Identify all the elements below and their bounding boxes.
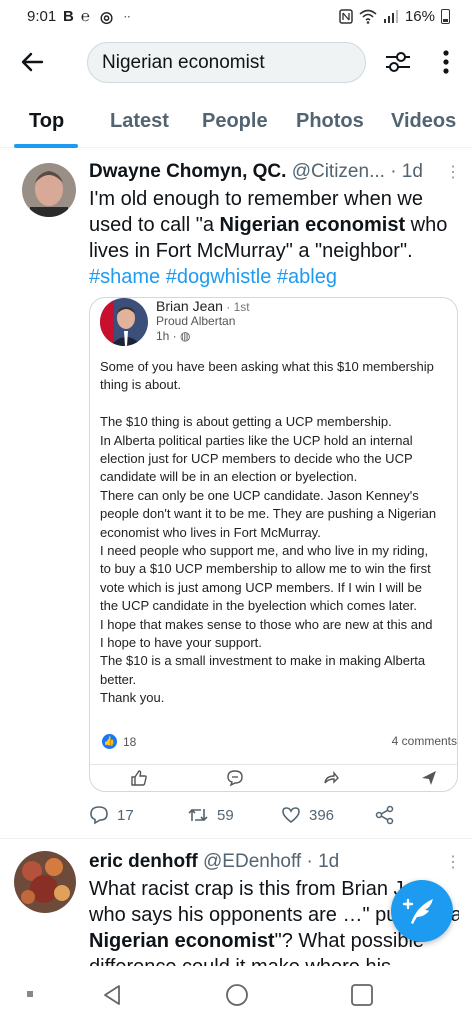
embed-comments-count: 4 comments — [391, 734, 457, 748]
tweet-text: I'm old enough to remember when we used … — [89, 188, 448, 288]
avatar[interactable] — [14, 851, 76, 913]
battery-percent: 16% — [404, 8, 435, 25]
share-icon — [322, 769, 340, 791]
tweet-age: · 1d — [306, 851, 340, 872]
author-handle[interactable]: @Citizen... — [292, 161, 385, 182]
tab-latest[interactable]: Latest — [110, 110, 169, 133]
embedded-image[interactable]: Brian Jean · 1st Proud Albertan 1h · ◍ S… — [89, 297, 458, 792]
like-button[interactable]: 396 — [281, 805, 334, 825]
back-arrow-icon[interactable] — [18, 47, 48, 77]
battery-icon — [441, 9, 450, 24]
retweet-button[interactable]: 59 — [187, 805, 234, 825]
more-notifications-icon: ·· — [124, 12, 131, 23]
notification-icon: B — [63, 8, 74, 25]
status-bar: 9:01 B ℮ ◎ ·· 16% — [0, 0, 472, 34]
reply-button[interactable]: 17 — [89, 805, 134, 825]
status-right: 16% — [339, 8, 450, 25]
notification-icon: ℮ — [81, 8, 91, 25]
embed-author: Brian Jean · 1st — [156, 298, 250, 314]
author-name[interactable]: Dwayne Chomyn, QC. — [89, 161, 286, 182]
signal-icon — [383, 10, 398, 23]
status-time: 9:01 — [27, 8, 57, 25]
tweet-options-icon[interactable]: ⋮ — [445, 162, 461, 182]
compose-tweet-button[interactable] — [391, 880, 453, 942]
system-nav-bar — [0, 966, 472, 1022]
active-tab-indicator — [14, 144, 78, 148]
nav-back-icon[interactable] — [102, 984, 122, 1006]
author-handle[interactable]: @EDenhoff — [203, 851, 301, 872]
embed-post-text: Some of you have been asking what this $… — [100, 359, 437, 706]
author-name[interactable]: eric denhoff — [89, 851, 198, 872]
reply-icon — [90, 806, 108, 825]
embed-reactions: 👍 18 — [102, 734, 137, 749]
embed-avatar — [100, 298, 148, 346]
share-icon — [375, 805, 394, 825]
nfc-icon — [339, 9, 353, 24]
tweet-divider — [0, 838, 472, 839]
tab-videos[interactable]: Videos — [391, 110, 456, 133]
tab-photos[interactable]: Photos — [296, 110, 364, 133]
hashtags[interactable]: #shame #dogwhistle #ableg — [89, 266, 337, 288]
avatar[interactable] — [22, 163, 76, 217]
tweet-age: · 1d — [390, 161, 423, 182]
more-vertical-icon[interactable] — [436, 48, 456, 76]
send-icon — [420, 769, 438, 791]
heart-icon — [282, 807, 300, 824]
embed-meta: Proud Albertan 1h · ◍ — [156, 314, 236, 343]
tab-top[interactable]: Top — [29, 110, 64, 133]
retweet-icon — [188, 808, 208, 822]
like-icon — [130, 769, 148, 791]
comment-icon — [226, 769, 244, 791]
search-tabs: Top Latest People Photos Videos — [0, 104, 472, 148]
instagram-icon: ◎ — [100, 9, 114, 26]
nav-overview-icon[interactable] — [350, 983, 374, 1007]
tweet-header: Dwayne Chomyn, QC. @Citizen... · 1d — [89, 161, 423, 183]
tweet-header: eric denhoff @EDenhoff · 1d — [89, 851, 339, 873]
share-button[interactable] — [375, 805, 395, 825]
search-input[interactable]: Nigerian economist — [87, 42, 366, 83]
tweet-actions: 17 59 396 — [89, 805, 459, 829]
nav-home-icon[interactable] — [225, 983, 249, 1007]
thumbs-up-icon: 👍 — [102, 734, 117, 749]
wifi-icon — [359, 9, 377, 24]
recents-dot-icon[interactable] — [26, 990, 34, 998]
compose-feather-icon — [402, 898, 433, 924]
tab-people[interactable]: People — [202, 110, 268, 133]
embed-actions — [90, 764, 457, 791]
search-filter-icon[interactable] — [384, 48, 412, 76]
globe-icon: ◍ — [180, 329, 191, 343]
tweet-options-icon[interactable]: ⋮ — [445, 852, 461, 872]
